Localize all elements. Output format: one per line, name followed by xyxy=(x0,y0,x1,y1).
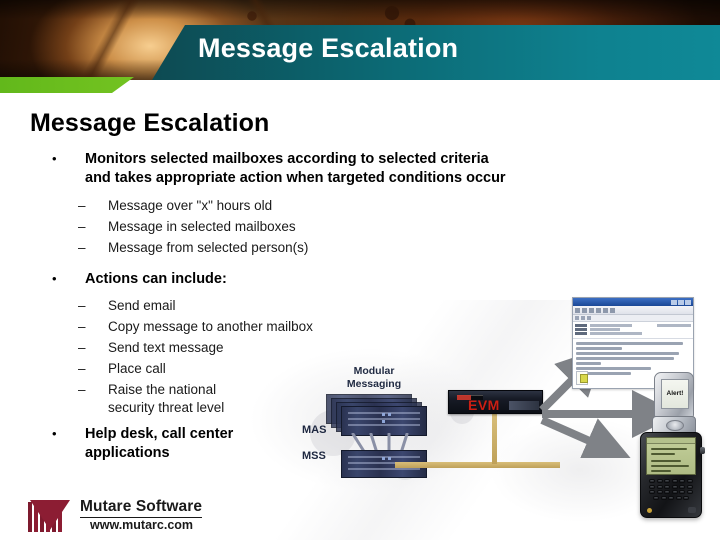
sub-bullet-text: Message over "x" hours old xyxy=(108,198,273,213)
subject-label xyxy=(575,332,587,335)
reply-all-icon[interactable] xyxy=(582,307,587,313)
sub-bullet-line-1: Raise the national xyxy=(108,382,217,397)
bullet-line-1: Help desk, call center xyxy=(85,426,234,442)
bullet-line-2: applications xyxy=(85,445,170,462)
phone-upper-shell: Alert! xyxy=(654,372,694,418)
sub-bullet-1-4: – Raise the national security threat lev… xyxy=(78,381,224,418)
sub-bullet-text: Send email xyxy=(108,298,176,313)
sub-bullet-0-2: – Message from selected person(s) xyxy=(78,239,308,257)
dash-marker: – xyxy=(78,319,86,334)
dash-marker: – xyxy=(78,219,86,234)
sub-bullet-1-2: – Send text message xyxy=(78,339,224,357)
blackberry-keyboard[interactable] xyxy=(645,479,697,501)
email-attachment-icon[interactable] xyxy=(576,371,588,385)
network-trunk-vertical xyxy=(492,414,497,464)
sub-bullet-text: Message from selected person(s) xyxy=(108,240,309,255)
mm-line-1: Modular xyxy=(353,365,395,377)
bullet-text: Monitors selected mailboxes according to… xyxy=(85,150,506,189)
dash-marker: – xyxy=(78,361,86,376)
to-value xyxy=(590,328,620,331)
email-body xyxy=(573,339,693,375)
modular-messaging-label: Modular Messaging xyxy=(332,365,416,391)
bullet-text: Help desk, call center applications xyxy=(85,425,233,464)
minimize-button[interactable] xyxy=(671,299,677,305)
email-subject-row xyxy=(575,332,691,335)
from-value xyxy=(590,324,632,327)
evm-label: EVM xyxy=(468,397,500,413)
phone-alert-text: Alert! xyxy=(666,390,684,397)
blackberry-speaker xyxy=(688,507,696,513)
forward-icon[interactable] xyxy=(589,307,594,313)
mas-label: MAS xyxy=(302,424,327,436)
move-icon[interactable] xyxy=(610,307,615,313)
slide-header: Message Escalation xyxy=(0,0,720,93)
sub-bullet-text: Raise the national security threat level xyxy=(108,381,224,418)
bullet-marker: • xyxy=(52,271,57,286)
mas-server-front xyxy=(341,406,427,436)
dash-marker: – xyxy=(78,198,86,213)
next-message-icon[interactable] xyxy=(581,316,585,320)
sub-bullet-text: Copy message to another mailbox xyxy=(108,319,313,334)
to-label xyxy=(575,328,587,331)
sub-bullet-text: Send text message xyxy=(108,340,224,355)
bullet-line-1: Monitors selected mailboxes according to… xyxy=(85,151,489,167)
network-trunk-horizontal xyxy=(395,462,560,468)
sub-bullet-text: Place call xyxy=(108,361,166,376)
reply-icon[interactable] xyxy=(575,307,580,313)
dash-marker: – xyxy=(78,298,86,313)
blackberry-status-bar xyxy=(647,438,695,444)
phone-screen: Alert! xyxy=(661,379,689,409)
logo-website-url: www.mutarc.com xyxy=(90,518,194,532)
phone-navigation-pad[interactable] xyxy=(666,420,684,431)
bullet-marker: • xyxy=(52,151,57,166)
dash-marker: – xyxy=(78,340,86,355)
blackberry-device xyxy=(640,432,705,518)
email-from-row xyxy=(575,324,691,327)
header-title: Message Escalation xyxy=(198,33,459,63)
sub-bullet-line-2: security threat level xyxy=(108,400,225,416)
subject-value xyxy=(590,332,642,335)
bullet-marker: • xyxy=(52,426,57,441)
bullet-item-2: • Help desk, call center applications xyxy=(52,425,322,464)
bullet-item-1: • Actions can include: xyxy=(52,270,652,289)
sub-bullet-1-1: – Copy message to another mailbox xyxy=(78,318,313,336)
email-header-fields xyxy=(573,322,693,339)
delete-icon[interactable] xyxy=(603,307,608,313)
bullet-item-0: • Monitors selected mailboxes according … xyxy=(52,150,652,189)
email-toolbar-secondary[interactable] xyxy=(573,315,693,322)
dash-marker: – xyxy=(78,382,86,397)
mm-line-2: Messaging xyxy=(346,377,402,390)
sub-bullet-0-1: – Message in selected mailboxes xyxy=(78,218,296,236)
logo-company-name: Mutare Software xyxy=(80,498,203,518)
flag-icon[interactable] xyxy=(587,316,591,320)
page-title: Message Escalation xyxy=(30,109,270,137)
blackberry-side-button[interactable] xyxy=(700,447,705,454)
sub-bullet-1-3: – Place call xyxy=(78,360,166,378)
blackberry-screen xyxy=(646,437,696,475)
mss-label: MSS xyxy=(302,450,326,462)
close-button[interactable] xyxy=(685,299,691,305)
sent-value xyxy=(657,324,691,327)
sub-bullet-0-0: – Message over "x" hours old xyxy=(78,197,272,215)
mutare-logo-mark xyxy=(28,500,70,532)
from-label xyxy=(575,324,587,327)
maximize-button[interactable] xyxy=(678,299,684,305)
sub-bullet-text: Message in selected mailboxes xyxy=(108,219,296,234)
company-logo: Mutare Software www.mutarc.com xyxy=(28,496,258,536)
prev-message-icon[interactable] xyxy=(575,316,579,320)
email-window-titlebar xyxy=(573,298,693,306)
slide-canvas: Message Escalation Message Escalation • … xyxy=(0,0,720,540)
dash-marker: – xyxy=(78,240,86,255)
email-to-row xyxy=(575,328,691,331)
bullet-text: Actions can include: xyxy=(85,271,227,287)
sub-bullet-1-0: – Send email xyxy=(78,297,176,315)
blackberry-logo-dot xyxy=(647,508,652,513)
email-toolbar[interactable] xyxy=(573,306,693,315)
print-icon[interactable] xyxy=(596,307,601,313)
bullet-line-2: and takes appropriate action when target… xyxy=(85,170,506,187)
